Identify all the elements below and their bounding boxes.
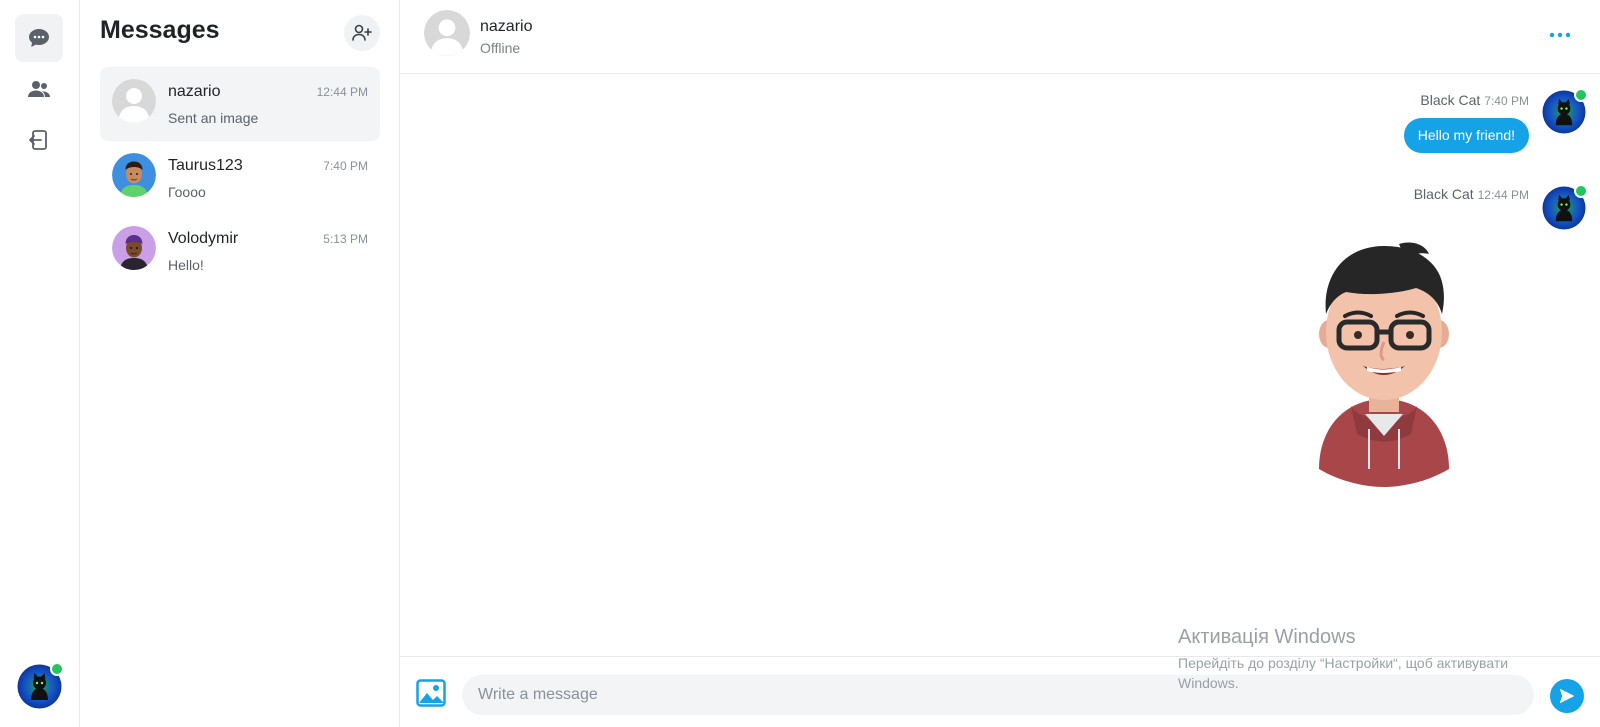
conversation-name: Volodymir — [168, 230, 239, 247]
watermark-subtitle: Перейдіть до розділу “Настройки“, щоб ак… — [1178, 655, 1509, 691]
more-options-button[interactable] — [1542, 20, 1578, 50]
image-message[interactable] — [1239, 214, 1529, 504]
windows-activation-watermark: Активація Windows Перейдіть до розділу “… — [1178, 626, 1548, 693]
message-time: 12:44 PM — [1477, 188, 1529, 202]
chat-header: nazario Offline — [400, 0, 1600, 74]
conversation-name: Taurus123 — [168, 157, 243, 174]
online-status-dot — [1574, 88, 1588, 102]
attach-image-button[interactable] — [416, 679, 446, 707]
conversation-item[interactable]: nazario 12:44 PM Sent an image — [100, 67, 380, 141]
online-status-dot — [1574, 184, 1588, 198]
users-icon — [28, 81, 50, 97]
avatar — [112, 79, 156, 123]
chat-bubble-icon — [29, 29, 49, 47]
avatar — [112, 153, 156, 197]
contact-avatar[interactable] — [424, 10, 470, 56]
conversation-name: nazario — [168, 83, 221, 100]
online-status-dot — [50, 662, 64, 676]
message-bubble[interactable]: Hello my friend! — [1403, 118, 1529, 153]
conversation-list-panel: Messages nazario 12:44 PM Sent an image — [80, 0, 400, 727]
logout-icon — [29, 130, 47, 150]
image-icon — [416, 679, 446, 707]
send-button[interactable] — [1550, 679, 1584, 713]
contact-status: Offline — [480, 40, 521, 56]
watermark-title: Активація Windows — [1178, 626, 1356, 648]
chat-panel: nazario Offline Black Cat 7:40 PM Hello m… — [400, 0, 1600, 727]
message-sender: Black Cat — [1413, 186, 1474, 202]
conversation-item[interactable]: Volodymir 5:13 PM Hello! — [100, 214, 380, 288]
conversation-preview: Hello! — [168, 257, 204, 273]
default-user-avatar-icon — [112, 79, 156, 123]
user-avatar-image — [112, 226, 156, 270]
conversation-item[interactable]: Taurus123 7:40 PM Гоооо — [100, 141, 380, 215]
conversation-time: 5:13 PM — [323, 232, 368, 246]
conversation-time: 12:44 PM — [316, 85, 368, 99]
conversation-time: 7:40 PM — [323, 159, 368, 173]
user-avatar-image — [112, 153, 156, 197]
nav-chats-button[interactable] — [15, 14, 63, 62]
conversation-preview: Гоооо — [168, 184, 206, 200]
add-friend-button[interactable] — [344, 15, 380, 51]
send-icon — [1559, 688, 1575, 704]
nav-logout-button[interactable] — [15, 116, 63, 164]
message-sender: Black Cat — [1420, 92, 1481, 108]
avatar — [112, 226, 156, 270]
avatar-3d-image — [1319, 242, 1449, 487]
contact-name: nazario — [480, 18, 533, 35]
nav-friends-button[interactable] — [15, 65, 63, 113]
sender-avatar — [1542, 88, 1588, 134]
messages-title: Messages — [100, 16, 220, 44]
current-user-avatar[interactable] — [17, 662, 64, 709]
conversation-preview: Sent an image — [168, 110, 259, 126]
nav-rail — [0, 0, 80, 727]
sender-avatar — [1542, 184, 1588, 230]
message-meta: Black Cat 12:44 PM — [1414, 186, 1529, 202]
default-user-avatar-icon — [424, 10, 470, 56]
more-horizontal-icon — [1549, 32, 1571, 38]
message-time: 7:40 PM — [1484, 94, 1529, 108]
message-meta: Black Cat 7:40 PM — [1420, 92, 1529, 108]
user-plus-icon — [352, 24, 372, 41]
